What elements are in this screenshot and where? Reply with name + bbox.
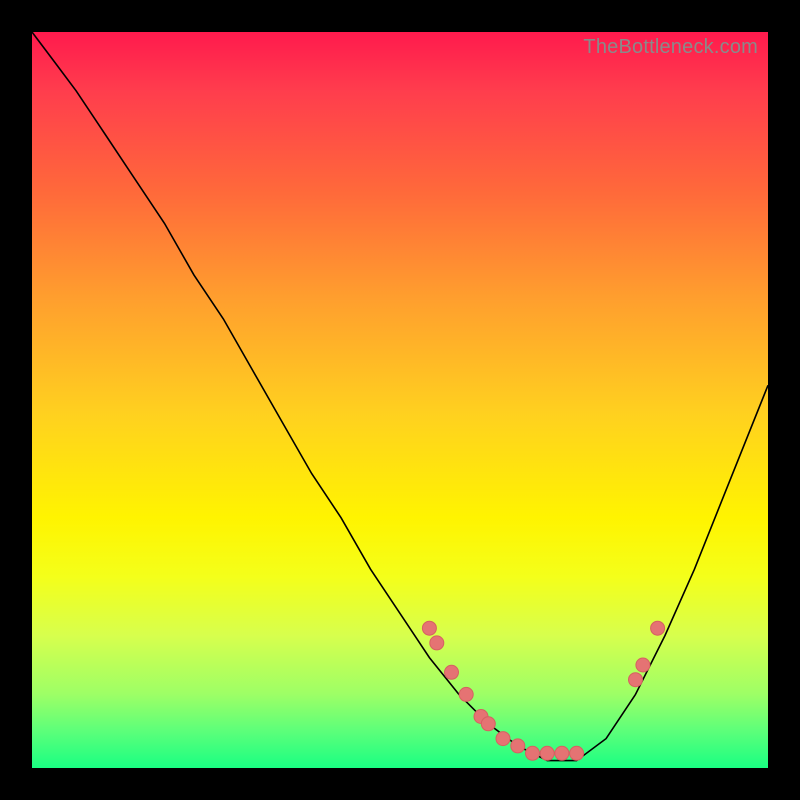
data-point bbox=[555, 746, 569, 760]
data-point bbox=[570, 746, 584, 760]
data-point bbox=[445, 665, 459, 679]
bottleneck-curve bbox=[32, 32, 768, 761]
data-point bbox=[496, 732, 510, 746]
data-point bbox=[430, 636, 444, 650]
data-point bbox=[511, 739, 525, 753]
data-points-group bbox=[422, 621, 664, 760]
data-point bbox=[526, 746, 540, 760]
data-point bbox=[540, 746, 554, 760]
data-point bbox=[629, 673, 643, 687]
plot-area: TheBottleneck.com bbox=[32, 32, 768, 768]
data-point bbox=[651, 621, 665, 635]
data-point bbox=[459, 687, 473, 701]
data-point bbox=[481, 717, 495, 731]
data-point bbox=[422, 621, 436, 635]
chart-frame: TheBottleneck.com bbox=[0, 0, 800, 800]
chart-svg bbox=[32, 32, 768, 768]
data-point bbox=[636, 658, 650, 672]
